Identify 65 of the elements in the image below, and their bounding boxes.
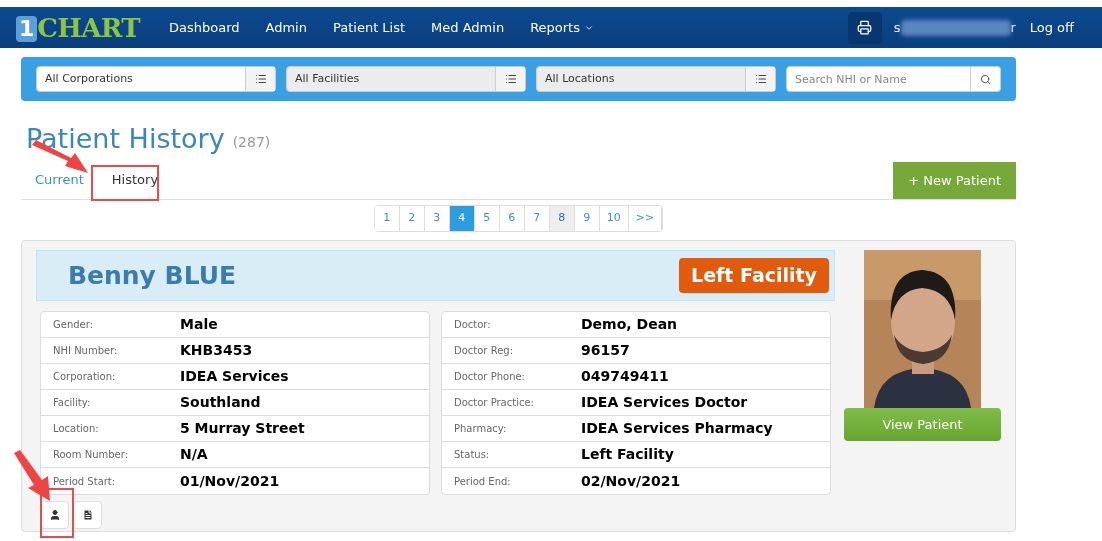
logo: 1 CHART bbox=[16, 13, 140, 42]
field-value: N/A bbox=[180, 445, 208, 464]
filter-value: All Facilities bbox=[294, 71, 361, 87]
tab[interactable]: Current bbox=[35, 172, 84, 187]
field-value: Male bbox=[180, 315, 218, 334]
field-label: Doctor Reg: bbox=[454, 344, 514, 358]
list-icon bbox=[254, 73, 267, 85]
field-value: IDEA Services Doctor bbox=[581, 393, 748, 412]
field-value: 01/Nov/2021 bbox=[180, 471, 280, 491]
field-value: 96157 bbox=[581, 341, 630, 360]
highlight-box bbox=[91, 165, 159, 201]
print-button[interactable] bbox=[847, 11, 882, 44]
field-label: Period End: bbox=[454, 474, 512, 489]
field-label: Doctor: bbox=[454, 318, 492, 332]
page-link[interactable]: 1 bbox=[374, 206, 400, 231]
field-value: 02/Nov/2021 bbox=[581, 471, 681, 491]
field-label: Doctor Practice: bbox=[454, 396, 535, 410]
field-label: Facility: bbox=[53, 396, 92, 410]
tab[interactable]: History bbox=[111, 172, 159, 187]
view-patient-button[interactable]: View Patient bbox=[844, 408, 1001, 441]
field-value: 5 Murray Street bbox=[180, 419, 305, 438]
nav-link[interactable]: Med Admin bbox=[418, 17, 518, 38]
new-patient-button[interactable]: + New Patient bbox=[893, 162, 1016, 199]
search-icon bbox=[980, 73, 991, 85]
search-field[interactable]: Search NHI or Name bbox=[786, 66, 971, 92]
filter-value: All Locations bbox=[544, 71, 616, 87]
field-label: Location: bbox=[53, 422, 100, 436]
username-end: r bbox=[1010, 18, 1016, 37]
search-button[interactable] bbox=[971, 66, 1001, 92]
nav-link[interactable]: Patient List bbox=[319, 17, 419, 38]
print-icon bbox=[857, 20, 873, 35]
list-icon bbox=[754, 73, 767, 85]
person-icon bbox=[48, 509, 61, 521]
field-label: Room Number: bbox=[53, 448, 130, 462]
field-label: NHI Number: bbox=[53, 344, 119, 358]
field-label: Gender: bbox=[53, 318, 95, 332]
field-label: Status: bbox=[454, 448, 491, 462]
filter-select[interactable]: All Corporations bbox=[36, 66, 276, 92]
field-value: KHB3453 bbox=[180, 341, 253, 360]
page-link[interactable]: 4 bbox=[449, 206, 475, 231]
page-title: Patient History bbox=[26, 124, 225, 154]
document-icon bbox=[81, 509, 94, 521]
field-value: IDEA Services bbox=[180, 367, 289, 386]
record-count: (287) bbox=[232, 133, 271, 152]
page-link[interactable]: 8 bbox=[549, 206, 575, 231]
profile-button[interactable] bbox=[40, 501, 69, 529]
patient-name: Benny BLUE bbox=[68, 259, 237, 292]
field-label: Pharmacy: bbox=[454, 422, 508, 436]
document-button[interactable] bbox=[73, 501, 102, 529]
field-value: 049749411 bbox=[581, 367, 669, 386]
username-start: s bbox=[893, 18, 901, 37]
status-badge: Left Facility bbox=[679, 258, 829, 293]
filter-value: All Corporations bbox=[44, 71, 134, 87]
nav-link[interactable]: Dashboard bbox=[156, 17, 253, 38]
field-value: Left Facility bbox=[581, 445, 674, 464]
field-label: Period Start: bbox=[53, 474, 117, 489]
field-value: IDEA Services Pharmacy bbox=[581, 419, 773, 438]
list-icon bbox=[504, 73, 517, 85]
field-value: Southland bbox=[180, 393, 261, 412]
menu-dropdown[interactable]: Reports bbox=[517, 17, 607, 38]
field-label: Corporation: bbox=[53, 370, 117, 384]
nav-link[interactable]: Admin bbox=[252, 17, 320, 38]
field-value: Demo, Dean bbox=[581, 315, 678, 334]
field-label: Doctor Phone: bbox=[454, 370, 526, 384]
logoff-link[interactable]: Log off bbox=[1029, 17, 1074, 38]
